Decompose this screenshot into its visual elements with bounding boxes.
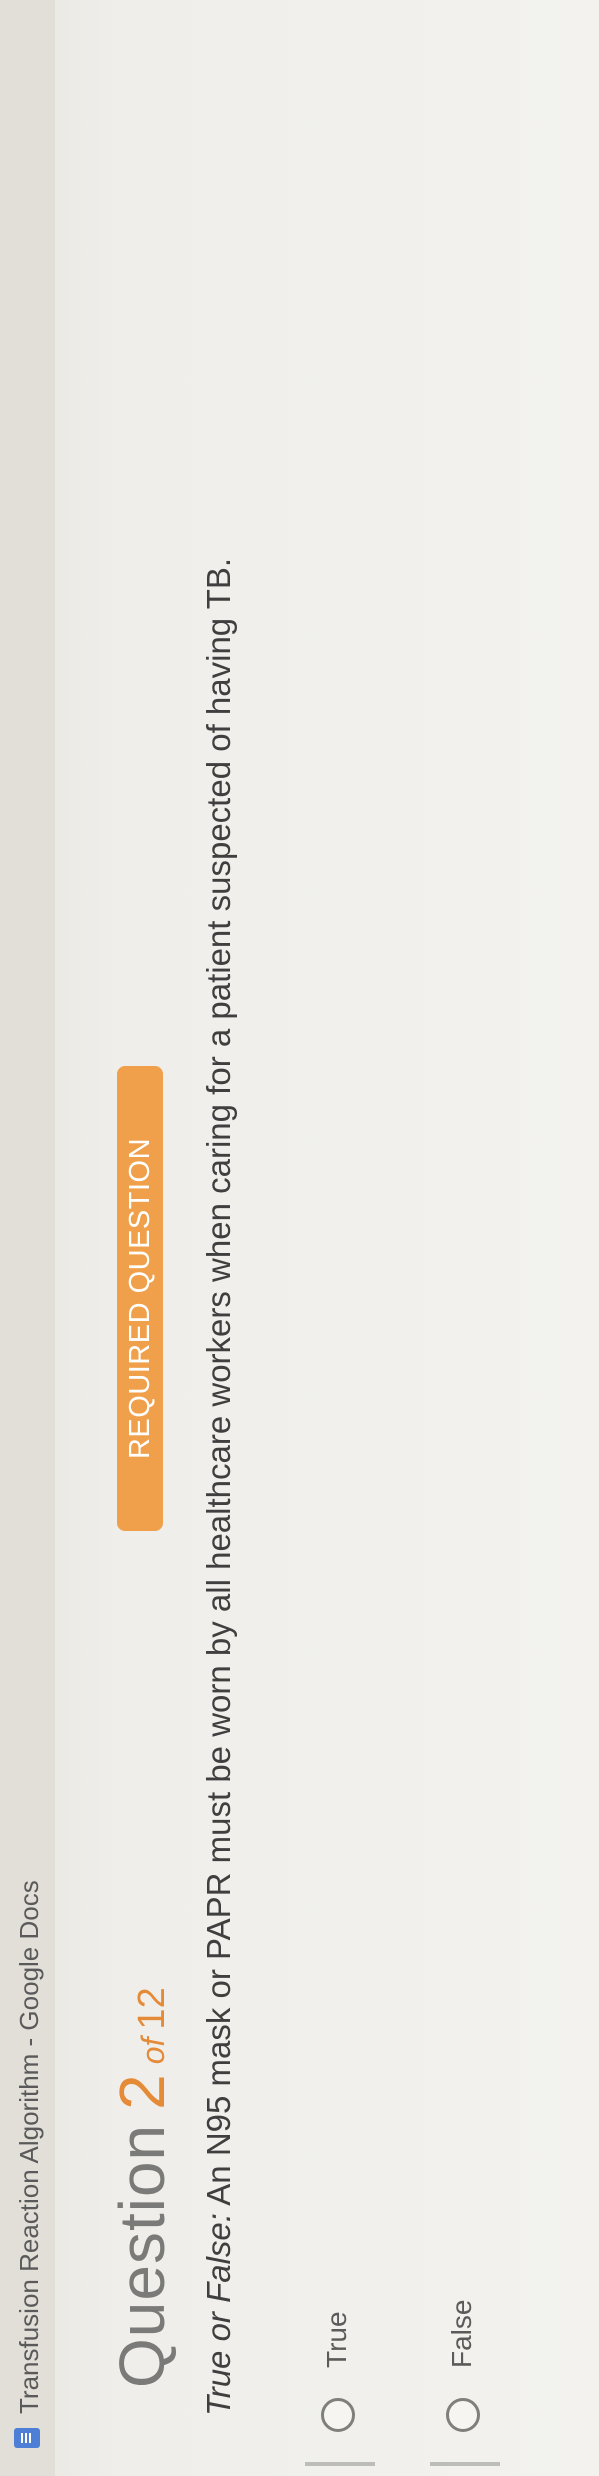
radio-icon[interactable] [321,2398,355,2432]
question-word: Question [106,2123,178,2388]
question-card: Question 2 of 12 REQUIRED QUESTION True or … [55,0,599,2476]
question-of: of [135,2037,171,2065]
question-total: 12 [131,1987,173,2030]
prompt-lead: True or False: [200,2213,237,2416]
prompt-text: An N95 mask or PAPR must be worn by all … [200,557,237,2214]
option-false[interactable]: False [430,1956,500,2476]
option-true[interactable]: True [305,1956,375,2476]
question-heading: Question 2 of 12 [105,1987,179,2388]
question-number: 2 [106,2074,178,2110]
option-label: True [321,2311,352,2368]
radio-icon[interactable] [446,2398,480,2432]
docs-icon [14,2428,40,2448]
option-divider [430,2462,500,2466]
browser-tab-bar: Transfusion Reaction Algorithm - Google … [0,0,55,2476]
required-badge: REQUIRED QUESTION [117,1066,163,1531]
option-divider [305,2462,375,2466]
photo-frame: Transfusion Reaction Algorithm - Google … [0,0,599,2476]
tab-title[interactable]: Transfusion Reaction Algorithm - Google … [14,1880,45,2414]
option-label: False [446,2299,477,2368]
screen: Transfusion Reaction Algorithm - Google … [0,0,599,2476]
question-prompt: True or False: An N95 mask or PAPR must … [200,0,238,2416]
